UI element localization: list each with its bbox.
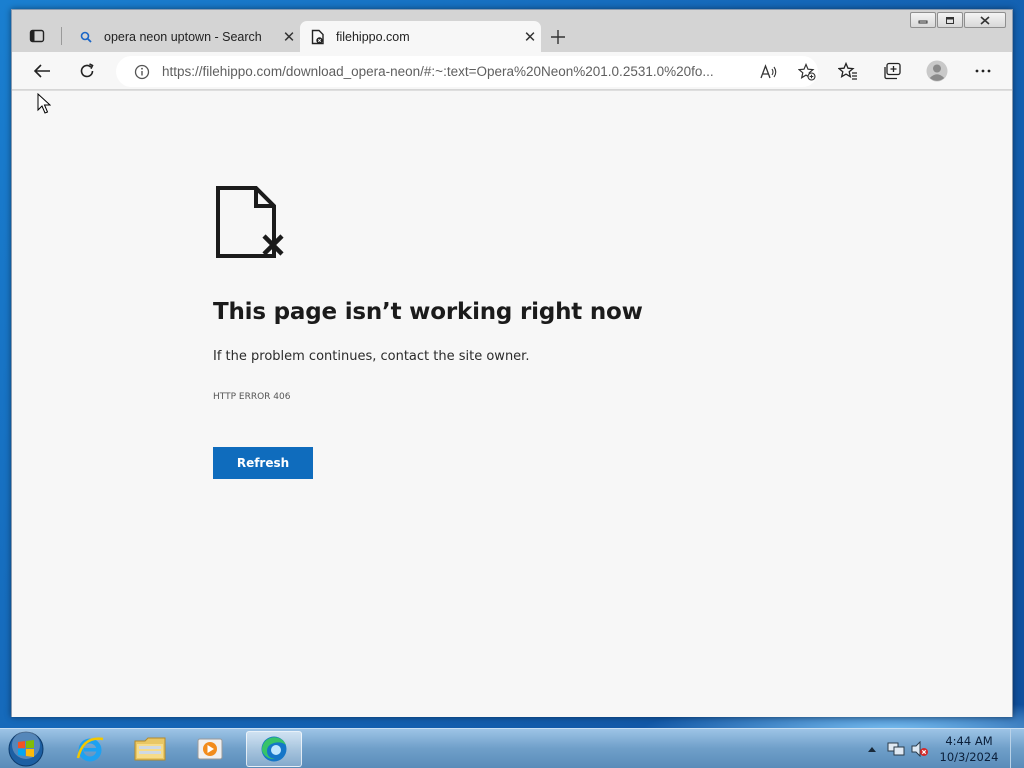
broken-document-icon bbox=[216, 186, 284, 258]
minimize-button[interactable] bbox=[910, 12, 936, 28]
clock[interactable]: 4:44 AM 10/3/2024 bbox=[932, 733, 1006, 765]
chevron-up-icon bbox=[868, 747, 876, 752]
settings-menu-button[interactable] bbox=[969, 58, 997, 84]
network-icon bbox=[887, 742, 905, 756]
tab-filehippo[interactable]: filehippo.com ✕ bbox=[300, 21, 541, 52]
browser-window: opera neon uptown - Search ✕ filehippo.c… bbox=[11, 9, 1013, 717]
tab-actions-icon bbox=[29, 29, 45, 43]
search-icon bbox=[78, 29, 94, 45]
address-bar[interactable]: https://filehippo.com/download_opera-neo… bbox=[116, 56, 818, 87]
back-button[interactable] bbox=[28, 58, 56, 84]
show-desktop-button[interactable] bbox=[1010, 729, 1024, 768]
add-favorite-button[interactable] bbox=[794, 59, 820, 85]
tab-search[interactable]: opera neon uptown - Search ✕ bbox=[68, 21, 300, 52]
collections-button[interactable] bbox=[878, 58, 906, 84]
mouse-cursor-icon bbox=[37, 93, 51, 114]
window-controls bbox=[909, 12, 1006, 28]
tab-actions-button[interactable] bbox=[24, 24, 50, 48]
refresh-button[interactable]: Refresh bbox=[213, 447, 313, 479]
restore-button[interactable] bbox=[937, 12, 963, 28]
tab-separator bbox=[61, 27, 62, 45]
error-title: This page isn’t working right now bbox=[213, 299, 643, 325]
collections-icon bbox=[884, 62, 901, 80]
clock-date: 10/3/2024 bbox=[939, 750, 999, 764]
windows-start-icon bbox=[8, 731, 44, 767]
restore-icon bbox=[946, 16, 954, 24]
page-error-icon bbox=[310, 29, 326, 45]
taskbar-app-ie[interactable] bbox=[62, 731, 118, 767]
favorites-button[interactable] bbox=[834, 58, 862, 84]
browser-toolbar: https://filehippo.com/download_opera-neo… bbox=[12, 52, 1012, 90]
taskbar-app-media-player[interactable] bbox=[182, 731, 238, 767]
taskbar-app-explorer[interactable] bbox=[122, 731, 178, 767]
volume-muted-icon bbox=[911, 741, 928, 757]
tab-title: opera neon uptown - Search bbox=[104, 29, 262, 44]
reload-button[interactable] bbox=[73, 58, 101, 84]
read-aloud-icon bbox=[760, 64, 777, 79]
file-explorer-icon bbox=[134, 737, 166, 761]
system-tray: 4:44 AM 10/3/2024 bbox=[860, 729, 1024, 768]
star-add-icon bbox=[798, 63, 816, 81]
error-message: If the problem continues, contact the si… bbox=[213, 349, 530, 364]
more-horizontal-icon bbox=[975, 69, 991, 73]
edge-icon bbox=[261, 736, 287, 762]
close-icon bbox=[980, 15, 990, 25]
plus-icon bbox=[551, 30, 565, 44]
read-aloud-button[interactable] bbox=[756, 59, 782, 85]
error-code: HTTP ERROR 406 bbox=[213, 392, 291, 402]
show-hidden-icons-button[interactable] bbox=[863, 740, 881, 758]
page-content: This page isn’t working right now If the… bbox=[12, 91, 1012, 717]
tab-title: filehippo.com bbox=[336, 29, 410, 44]
taskbar: 4:44 AM 10/3/2024 bbox=[0, 728, 1024, 768]
url-text: https://filehippo.com/download_opera-neo… bbox=[162, 64, 714, 79]
volume-button[interactable] bbox=[911, 740, 929, 758]
profile-button[interactable] bbox=[923, 58, 951, 84]
back-arrow-icon bbox=[33, 64, 50, 78]
favorites-icon bbox=[838, 62, 857, 80]
avatar-icon bbox=[926, 60, 948, 82]
network-status-button[interactable] bbox=[887, 740, 905, 758]
media-player-icon bbox=[197, 738, 223, 760]
close-window-button[interactable] bbox=[964, 12, 1006, 28]
internet-explorer-icon bbox=[76, 737, 104, 762]
close-tab-button[interactable]: ✕ bbox=[519, 28, 541, 46]
site-info-button[interactable] bbox=[130, 60, 154, 84]
start-button[interactable] bbox=[6, 730, 46, 768]
tab-strip: opera neon uptown - Search ✕ filehippo.c… bbox=[12, 10, 1012, 52]
reload-icon bbox=[80, 63, 94, 78]
info-icon bbox=[134, 64, 150, 79]
taskbar-app-edge[interactable] bbox=[246, 731, 302, 767]
clock-time: 4:44 AM bbox=[945, 734, 993, 748]
minimize-icon bbox=[918, 20, 928, 24]
new-tab-button[interactable] bbox=[546, 25, 570, 49]
close-tab-button[interactable]: ✕ bbox=[278, 28, 300, 46]
